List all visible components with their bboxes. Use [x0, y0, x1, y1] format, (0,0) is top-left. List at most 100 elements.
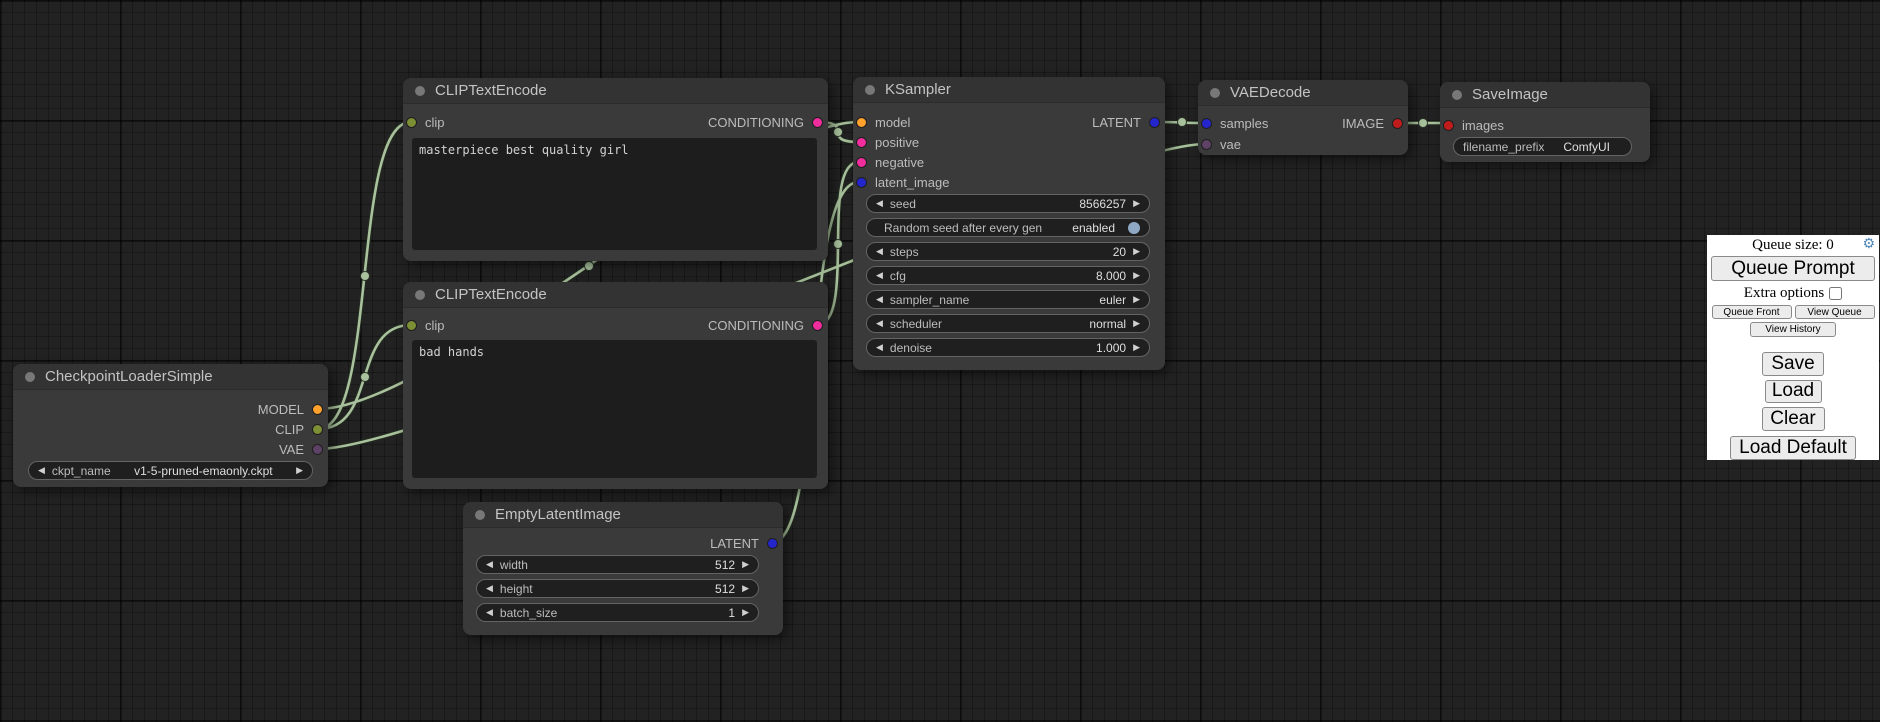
node-save-image[interactable]: SaveImage images filename_prefix ComfyUI: [1440, 82, 1650, 162]
queue-front-button[interactable]: Queue Front: [1712, 305, 1792, 319]
collapse-dot-icon[interactable]: [415, 86, 425, 96]
slot-label: latent_image: [875, 175, 949, 190]
collapse-dot-icon[interactable]: [25, 372, 35, 382]
right-arrow-icon[interactable]: ▶: [742, 560, 749, 569]
view-queue-button[interactable]: View Queue: [1795, 305, 1875, 319]
right-arrow-icon[interactable]: ▶: [1133, 295, 1140, 304]
left-arrow-icon[interactable]: ◀: [876, 295, 883, 304]
model-port-icon[interactable]: [312, 404, 323, 415]
input-slot-clip: clip: [406, 112, 445, 132]
conditioning-port-icon[interactable]: [812, 320, 823, 331]
widget-label: filename_prefix: [1463, 140, 1544, 154]
node-title-bar[interactable]: SaveImage: [1440, 82, 1650, 108]
node-title-bar[interactable]: CLIPTextEncode: [403, 78, 828, 104]
input-slot-negative: negative: [856, 152, 924, 172]
settings-gear-icon[interactable]: ⚙: [1862, 236, 1875, 252]
collapse-dot-icon[interactable]: [475, 510, 485, 520]
extra-options-checkbox[interactable]: [1829, 287, 1842, 300]
input-slot-samples: samples: [1201, 113, 1268, 133]
widget-label: seed: [890, 197, 916, 211]
node-title: VAEDecode: [1230, 84, 1311, 101]
clip-port-icon[interactable]: [406, 320, 417, 331]
left-arrow-icon[interactable]: ◀: [876, 271, 883, 280]
model-port-icon[interactable]: [856, 117, 867, 128]
node-title: KSampler: [885, 81, 951, 98]
left-arrow-icon[interactable]: ◀: [486, 608, 493, 617]
right-arrow-icon[interactable]: ▶: [1133, 199, 1140, 208]
slot-label: LATENT: [710, 536, 759, 551]
collapse-dot-icon[interactable]: [865, 85, 875, 95]
sampler-name-widget[interactable]: ◀ sampler_name euler ▶: [866, 290, 1150, 309]
left-arrow-icon[interactable]: ◀: [486, 584, 493, 593]
right-arrow-icon[interactable]: ▶: [1133, 343, 1140, 352]
image-port-icon[interactable]: [1392, 118, 1403, 129]
node-vae-decode[interactable]: VAEDecode samples vae IMAGE: [1198, 80, 1408, 155]
save-button[interactable]: Save: [1762, 352, 1824, 376]
collapse-dot-icon[interactable]: [1452, 90, 1462, 100]
height-widget[interactable]: ◀ height 512 ▶: [476, 579, 759, 598]
latent-port-icon[interactable]: [1201, 118, 1212, 129]
right-arrow-icon[interactable]: ▶: [1133, 247, 1140, 256]
node-title-bar[interactable]: EmptyLatentImage: [463, 502, 783, 528]
node-title-bar[interactable]: VAEDecode: [1198, 80, 1408, 106]
scheduler-widget[interactable]: ◀ scheduler normal ▶: [866, 314, 1150, 333]
node-title-bar[interactable]: CLIPTextEncode: [403, 282, 828, 308]
node-title-bar[interactable]: CheckpointLoaderSimple: [13, 364, 328, 390]
left-arrow-icon[interactable]: ◀: [876, 343, 883, 352]
right-arrow-icon[interactable]: ▶: [1133, 271, 1140, 280]
queue-prompt-button[interactable]: Queue Prompt: [1711, 256, 1875, 281]
negative-prompt-textarea[interactable]: bad hands: [412, 340, 817, 478]
conditioning-port-icon[interactable]: [856, 137, 867, 148]
node-clip-text-encode-positive[interactable]: CLIPTextEncode clip CONDITIONING masterp…: [403, 78, 828, 261]
left-arrow-icon[interactable]: ◀: [876, 199, 883, 208]
right-arrow-icon[interactable]: ▶: [296, 466, 303, 475]
collapse-dot-icon[interactable]: [1210, 88, 1220, 98]
widget-value: 8.000: [1096, 269, 1126, 283]
cfg-widget[interactable]: ◀ cfg 8.000 ▶: [866, 266, 1150, 285]
collapse-dot-icon[interactable]: [415, 290, 425, 300]
image-port-icon[interactable]: [1443, 120, 1454, 131]
left-arrow-icon[interactable]: ◀: [876, 247, 883, 256]
toggle-on-icon[interactable]: [1128, 222, 1140, 234]
node-empty-latent-image[interactable]: EmptyLatentImage LATENT ◀ width 512 ▶ ◀ …: [463, 502, 783, 635]
widget-label: cfg: [890, 269, 906, 283]
node-graph-canvas[interactable]: CheckpointLoaderSimple MODEL CLIP VAE ◀ …: [0, 0, 1880, 722]
node-ksampler[interactable]: KSampler model positive negative latent_…: [853, 77, 1165, 370]
left-arrow-icon[interactable]: ◀: [38, 466, 45, 475]
widget-value: 1.000: [1096, 341, 1126, 355]
width-widget[interactable]: ◀ width 512 ▶: [476, 555, 759, 574]
node-title-bar[interactable]: KSampler: [853, 77, 1165, 103]
right-arrow-icon[interactable]: ▶: [742, 584, 749, 593]
right-arrow-icon[interactable]: ▶: [1133, 319, 1140, 328]
denoise-widget[interactable]: ◀ denoise 1.000 ▶: [866, 338, 1150, 357]
filename-prefix-widget[interactable]: filename_prefix ComfyUI: [1453, 137, 1632, 156]
view-history-button[interactable]: View History: [1750, 322, 1836, 337]
ckpt-name-widget[interactable]: ◀ ckpt_name v1-5-pruned-emaonly.ckpt ▶: [28, 461, 313, 480]
positive-prompt-textarea[interactable]: masterpiece best quality girl: [412, 138, 817, 250]
latent-port-icon[interactable]: [856, 177, 867, 188]
conditioning-port-icon[interactable]: [812, 117, 823, 128]
clear-button[interactable]: Clear: [1762, 407, 1825, 431]
widget-label: steps: [890, 245, 919, 259]
left-arrow-icon[interactable]: ◀: [876, 319, 883, 328]
random-seed-toggle-widget[interactable]: Random seed after every gen enabled: [866, 218, 1150, 237]
clip-port-icon[interactable]: [312, 424, 323, 435]
input-slot-vae: vae: [1201, 134, 1241, 154]
conditioning-port-icon[interactable]: [856, 157, 867, 168]
node-clip-text-encode-negative[interactable]: CLIPTextEncode clip CONDITIONING bad han…: [403, 282, 828, 489]
vae-port-icon[interactable]: [1201, 139, 1212, 150]
left-arrow-icon[interactable]: ◀: [486, 560, 493, 569]
latent-port-icon[interactable]: [1149, 117, 1160, 128]
vae-port-icon[interactable]: [312, 444, 323, 455]
right-arrow-icon[interactable]: ▶: [742, 608, 749, 617]
latent-port-icon[interactable]: [767, 538, 778, 549]
batch-size-widget[interactable]: ◀ batch_size 1 ▶: [476, 603, 759, 622]
load-default-button[interactable]: Load Default: [1730, 436, 1856, 460]
node-title: CheckpointLoaderSimple: [45, 368, 213, 385]
clip-port-icon[interactable]: [406, 117, 417, 128]
load-button[interactable]: Load: [1765, 380, 1822, 403]
steps-widget[interactable]: ◀ steps 20 ▶: [866, 242, 1150, 261]
seed-widget[interactable]: ◀ seed 8566257 ▶: [866, 194, 1150, 213]
widget-label: denoise: [890, 341, 932, 355]
node-checkpoint-loader-simple[interactable]: CheckpointLoaderSimple MODEL CLIP VAE ◀ …: [13, 364, 328, 487]
